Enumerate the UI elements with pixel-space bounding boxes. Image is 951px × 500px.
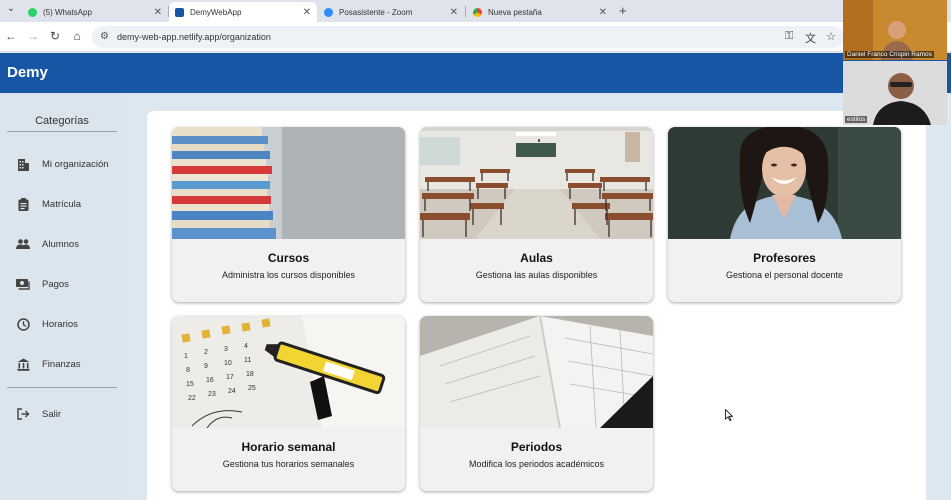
card-aulas[interactable]: Aulas Gestiona las aulas disponibles (420, 127, 653, 302)
tab-zoom[interactable]: Posasistente - Zoom ✕ (318, 2, 464, 22)
svg-text:23: 23 (208, 391, 216, 398)
clipboard-icon (16, 197, 30, 211)
building-icon (16, 157, 30, 171)
card-title: Profesores (753, 251, 816, 265)
logout-icon (16, 407, 30, 421)
stacked-books-image (172, 127, 405, 239)
tab-divider (465, 6, 466, 17)
mouse-cursor-icon (725, 408, 734, 426)
forward-arrow-icon[interactable]: → (26, 29, 40, 43)
card-horario-semanal[interactable]: 1234 8 9 10 11 15 16 17 18 22 23 24 25 Horario se… (172, 316, 405, 491)
svg-text:1: 1 (184, 353, 188, 360)
close-tab-icon[interactable]: ✕ (599, 7, 607, 18)
card-description: Gestiona tus horarios semanales (222, 459, 355, 469)
card-description: Gestiona el personal docente (725, 270, 844, 280)
svg-text:17: 17 (226, 374, 234, 381)
sidebar-item-label: Horarios (42, 318, 78, 330)
back-arrow-icon[interactable]: ← (4, 29, 18, 43)
url-field[interactable]: ⚙ demy-web-app.netlify.app/organization (92, 26, 844, 48)
svg-text:3: 3 (224, 346, 228, 353)
svg-text:2: 2 (204, 349, 208, 356)
close-tab-icon[interactable]: ✕ (450, 7, 458, 18)
svg-text:8: 8 (186, 367, 190, 374)
smiling-teacher-image (668, 127, 901, 239)
sidebar-item-label: Mi organización (42, 158, 109, 170)
card-title: Cursos (267, 251, 310, 265)
site-settings-icon[interactable]: ⚙ (100, 31, 109, 42)
sidebar-item-salir[interactable]: Salir (16, 405, 120, 423)
sidebar-item-label: Matrícula (42, 198, 82, 210)
sidebar-item-alumnos[interactable]: Alumnos (16, 235, 120, 253)
tab-label: Nueva pestaña (488, 7, 542, 17)
sidebar-item-label: Finanzas (42, 358, 81, 370)
card-title: Periodos (510, 440, 563, 454)
zoom-icon (324, 7, 333, 17)
svg-text:24: 24 (228, 388, 236, 395)
svg-text:9: 9 (204, 363, 208, 370)
whatsapp-icon (28, 7, 37, 17)
bookmark-star-icon[interactable]: ☆ (826, 30, 836, 43)
sidebar-item-pagos[interactable]: Pagos (16, 275, 120, 293)
video-participant-1: Daniel Franco Crispin Ramos (843, 0, 947, 60)
tab-label: DemyWebApp (190, 7, 242, 17)
tab-whatsapp[interactable]: (5) WhatsApp ✕ (22, 2, 168, 22)
svg-text:25: 25 (248, 385, 256, 392)
card-cursos[interactable]: Cursos Administra los cursos disponibles (172, 127, 405, 302)
people-icon (16, 237, 30, 251)
home-icon[interactable]: ⌂ (70, 29, 84, 43)
open-planner-image (420, 316, 653, 428)
card-periodos[interactable]: Periodos Modifica los periodos académico… (420, 316, 653, 491)
sidebar-item-finanzas[interactable]: Finanzas (16, 355, 120, 373)
payments-icon (16, 277, 30, 291)
card-description: Administra los cursos disponibles (221, 270, 356, 280)
video-participant-2: estilos (843, 61, 947, 125)
sidebar-item-horarios[interactable]: Horarios (16, 315, 120, 333)
demy-favicon-icon (175, 7, 184, 17)
chrome-icon (473, 7, 482, 17)
new-tab-plus-icon[interactable]: + (619, 3, 627, 18)
tab-label: Posasistente - Zoom (339, 7, 413, 17)
password-key-icon[interactable]: ⚿ (785, 30, 793, 43)
close-tab-icon[interactable]: ✕ (303, 7, 311, 18)
app-header: Demy (0, 53, 951, 93)
sidebar-item-label: Pagos (42, 278, 69, 290)
card-profesores[interactable]: Profesores Gestiona el personal docente (668, 127, 901, 302)
sidebar-item-matricula[interactable]: Matrícula (16, 195, 120, 213)
bank-icon (16, 357, 30, 371)
reload-icon[interactable]: ↻ (48, 29, 62, 43)
sidebar: Categorías Mi organización Matrícula Alu… (0, 93, 124, 500)
tab-list-icon[interactable]: ⌄ (4, 3, 18, 14)
browser-address-bar: ← → ↻ ⌂ ⚙ demy-web-app.netlify.app/organ… (0, 22, 951, 52)
svg-text:15: 15 (186, 381, 194, 388)
sidebar-divider (7, 387, 117, 388)
browser-tab-bar: ⌄ (5) WhatsApp ✕ DemyWebApp ✕ Posasisten… (0, 0, 951, 22)
sidebar-item-label: Alumnos (42, 238, 79, 250)
tab-label: (5) WhatsApp (43, 7, 92, 17)
app-brand: Demy (7, 64, 48, 81)
tab-demywebapp[interactable]: DemyWebApp ✕ (169, 2, 317, 22)
svg-text:4: 4 (244, 343, 248, 350)
svg-text:10: 10 (224, 360, 232, 367)
card-description: Modifica los periodos académicos (468, 459, 605, 469)
card-description: Gestiona las aulas disponibles (475, 270, 598, 280)
close-tab-icon[interactable]: ✕ (154, 7, 162, 18)
participant-name: estilos (845, 116, 868, 123)
calendar-notebook-marker-image: 1234 8 9 10 11 15 16 17 18 22 23 24 25 (172, 316, 405, 428)
participant-name: Daniel Franco Crispin Ramos (845, 51, 934, 58)
sidebar-item-label: Salir (42, 408, 62, 420)
svg-text:11: 11 (244, 357, 251, 364)
main-content: Cursos Administra los cursos disponibles (147, 111, 926, 500)
url-text: demy-web-app.netlify.app/organization (117, 32, 271, 42)
clock-icon (16, 317, 30, 331)
translate-icon[interactable]: 文 (805, 30, 816, 46)
svg-text:22: 22 (188, 395, 196, 402)
sidebar-item-mi-organizacion[interactable]: Mi organización (16, 155, 120, 173)
card-title: Horario semanal (241, 440, 336, 454)
svg-text:18: 18 (246, 371, 254, 378)
sidebar-title: Categorías (7, 115, 117, 132)
classroom-image (420, 127, 653, 239)
svg-text:16: 16 (206, 377, 214, 384)
tab-new-tab[interactable]: Nueva pestaña ✕ (467, 2, 613, 22)
card-title: Aulas (520, 251, 553, 265)
